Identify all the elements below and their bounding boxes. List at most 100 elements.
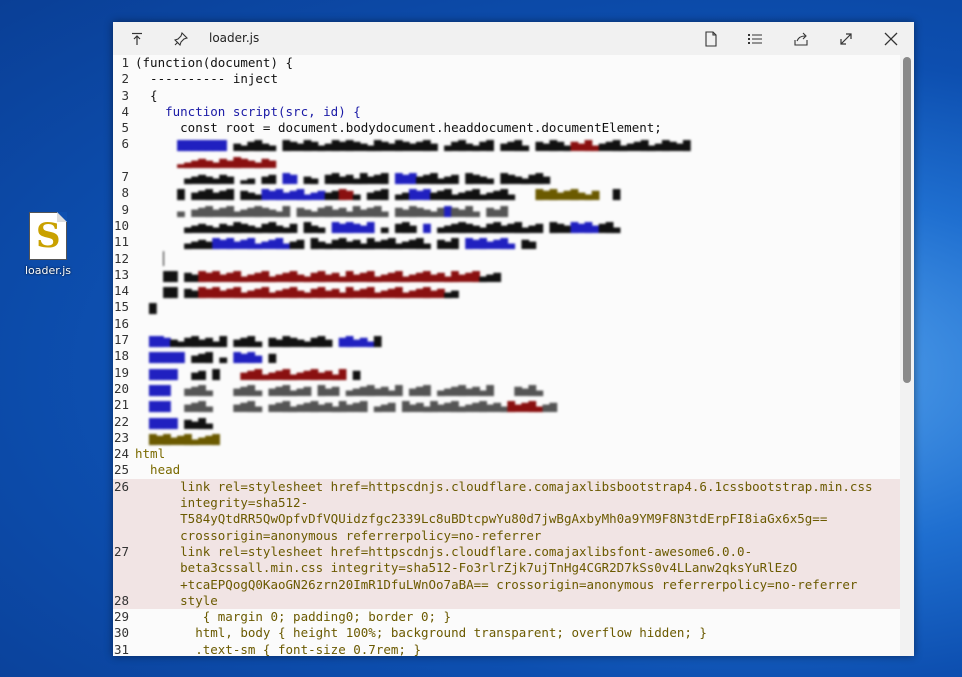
line-text: function script(src, id) { <box>135 103 361 119</box>
code-line: 3 { <box>113 88 900 104</box>
code-line-obscured: 17 ▆▆▅▄▃▅▆▄▅▃▆ ▄▅▆▃ ▅▄▆▅▄▃▅▆▄ ▅▆▄▅▃▆ <box>113 332 900 348</box>
line-number: 22 <box>113 413 129 429</box>
code-line: 1 (function(document) { <box>113 55 900 71</box>
line-text: ▏ <box>135 250 171 266</box>
code-line: 30 html, body { height 100%; background … <box>113 625 900 641</box>
code-line-obscured: 8 ▆ ▄▅▆▄▅▆ ▅▄▃▆▅▆▄▅▆▃▄▅▄▅▆▅▃ ▄▅▆ ▃▄▆▅▆▄▅… <box>113 185 900 201</box>
code-line: 31 .text-sm { font-size 0.7rem; } <box>113 642 900 656</box>
line-number: 18 <box>113 348 129 364</box>
code-line-obscured: 12 ▏ <box>113 251 900 267</box>
code-line-obscured: 10 ▃▄▅▄▃▅▄▆▅▄▃▅▆▄▃▅ ▆▄▃ ▆▅▆▅▄▆ ▃ ▅▆▄ ▅ ▃… <box>113 218 900 234</box>
line-number: 12 <box>113 250 129 266</box>
line-text: ▃ ▄▅▆▄▅▆▃▄▅▆▅▄▃▆ ▅▄▃▅▆▄▅▃▆▄▅▆▃ ▅▄▆▅▄▃▅▆▅… <box>135 201 508 217</box>
line-number: 1 <box>121 55 129 70</box>
line-number: 8 <box>121 185 129 201</box>
line-text: beta3cssall.min.css integrity=sha512-Fo3… <box>135 560 798 576</box>
window-title: loader.js <box>209 31 260 45</box>
line-number: 29 <box>113 609 129 625</box>
line-text: ▂▃▄▅▄▃▅▄▆▅▄▃▅▄ <box>135 152 276 168</box>
close-icon[interactable] <box>881 29 901 49</box>
code-line: crossorigin=anonymous referrerpolicy=no-… <box>113 527 900 544</box>
line-text: integrity=sha512- <box>135 495 309 511</box>
code-viewer-window: loader.js 1 (function(document) { 2 -----… <box>113 22 914 656</box>
line-number: 24 <box>113 446 129 462</box>
code-line-obscured: 6 ▆▆▆▆▆▆▆ ▄▃▅▆▄▃ ▆▅▄▆▅▃▄▆▅▆▅▄▃▆▅▄▆▅▄▅▆▄ … <box>113 136 900 152</box>
line-text: ▆ ▄▅▆▄▅▆ ▅▄▃▆▅▆▄▅▆▃▄▅▄▅▆▅▃ ▄▅▆ ▃▄▆▅▆▄▅▆▃… <box>135 185 620 201</box>
code-line-obscured: 11 ▃▄▅▄▆▅▆▄▅▆▃▄▅▆▃▄▅ ▆▄▃▅▆▄▅▃▆▄▅▆▃▄▅▆▃ ▅… <box>113 234 900 250</box>
line-text: ▃▄▅▄▃▅▄ ▂▃ ▄▅ ▆▅ ▄▃ ▅▆▄▅▃▆▄▅▆ ▆▅▆▄▅▆▃▄▅ … <box>135 169 550 185</box>
line-text: ▆▆▆▆ ▄▅ ▆ ▄▅▆▃▄▅▆▃▄▅▆▄▅▃▆ ▅ <box>135 364 360 380</box>
line-text: style <box>135 592 218 608</box>
code-line-obscured: 7 ▃▄▅▄▃▅▄ ▂▃ ▄▅ ▆▅ ▄▃ ▅▆▄▅▃▆▄▅▆ ▆▅▆▄▅▆▃▄… <box>113 169 900 185</box>
line-text: ▃▄▅▄▆▅▆▄▅▆▃▄▅▆▃▄▅ ▆▄▃▅▆▄▅▃▆▄▅▆▃▄▅▆▃ ▅▄▆ … <box>135 234 536 250</box>
code-line: +tcaEPQogQ0KaoGN26zrn20ImR1DfuLWnOo7aBA=… <box>113 576 900 593</box>
code-line-obscured: 14 ▆▆ ▅▄▆▅▆▄▅▆▃▄▅▆▃▄▅▆▄▃▅▆▄▅▃▆▄▅▆▃▄▅▆▃▄▅… <box>113 283 900 299</box>
line-text: ▆▆ ▅▄▆▅▆▄▅▆▃▄▅▆▃▄▅▆▄▃▅▆▄▅▃▆▄▅▆▃▄▅▆▃▄▅▆▄▅… <box>135 283 459 299</box>
line-text: crossorigin=anonymous referrerpolicy=no-… <box>135 527 542 543</box>
code-line: 4 function script(src, id) { <box>113 104 900 120</box>
code-line-obscured: 22 ▆▆▆▆ ▅▄▆▃ <box>113 414 900 430</box>
line-number: 31 <box>113 641 129 656</box>
scrollbar-thumb[interactable] <box>903 57 911 383</box>
line-text: ▆▆▅▄▃▅▆▄▅▃▆ ▄▅▆▃ ▅▄▆▅▄▃▅▆▄ ▅▆▄▅▃▆ <box>135 332 381 348</box>
line-text: ▆▆▆▆ ▅▄▆▃ <box>135 413 213 429</box>
line-text: ---------- inject <box>135 71 278 87</box>
code-line-obscured: 9 ▃ ▄▅▆▄▅▆▃▄▅▆▅▄▃▆ ▅▄▃▅▆▄▅▃▆▄▅▆▃ ▅▄▆▅▄▃▅… <box>113 202 900 218</box>
vertical-scrollbar[interactable] <box>900 55 914 656</box>
line-text: const root = document.bodydocument.headd… <box>135 120 662 136</box>
line-number: 10 <box>113 217 129 233</box>
script-file-icon: S <box>29 212 67 260</box>
code-line-obscured: 13 ▆▆ ▅▄▆▅▆▄▅▆▃▄▅▆▃▄▅▆▄▃▅▆▄▅▃▆▄▅▆▃▄▅▆▃▄▅… <box>113 267 900 283</box>
line-number: 9 <box>121 201 129 217</box>
line-text: link rel=stylesheet href=httpscdnjs.clou… <box>135 543 753 559</box>
code-line: 28 style <box>113 592 900 610</box>
line-text: ▆ <box>135 299 157 315</box>
line-text: ▃▄▅▄▃▅▄▆▅▄▃▅▆▄▃▅ ▆▄▃ ▆▅▆▅▄▆ ▃ ▅▆▄ ▅ ▃▄▅▆… <box>135 217 620 233</box>
line-number: 11 <box>113 234 129 250</box>
code-view: 1 (function(document) { 2 ---------- inje… <box>113 55 900 656</box>
line-text: { <box>135 87 158 103</box>
expand-icon[interactable] <box>836 29 856 49</box>
line-number: 26 <box>113 478 129 494</box>
code-line: 2 ---------- inject <box>113 71 900 87</box>
code-line: 27 link rel=stylesheet href=httpscdnjs.c… <box>113 543 900 561</box>
code-line-obscured: 19 ▆▆▆▆ ▄▅ ▆ ▄▅▆▃▄▅▆▃▄▅▆▄▅▃▆ ▅ <box>113 365 900 381</box>
line-number: 5 <box>121 120 129 136</box>
line-text: head <box>135 462 181 478</box>
pin-icon[interactable] <box>171 29 191 49</box>
code-line: 24 html <box>113 446 900 462</box>
code-line-obscured: ▂▃▄▅▄▃▅▄▆▅▄▃▅▄ <box>113 153 900 169</box>
line-number: 4 <box>121 103 129 119</box>
code-line: 5 const root = document.bodydocument.hea… <box>113 120 900 136</box>
list-icon[interactable] <box>745 29 765 49</box>
desktop-file-icon[interactable]: S loader.js <box>20 212 76 277</box>
scroll-top-icon[interactable] <box>127 29 147 49</box>
code-line-obscured: 18 ▆▆▆▆▆ ▄▅▆ ▃ ▆▅▆▄ ▅ <box>113 348 900 364</box>
code-line: integrity=sha512- <box>113 495 900 512</box>
share-icon[interactable] <box>791 29 811 49</box>
line-number: 16 <box>113 315 129 331</box>
line-number: 21 <box>113 397 129 413</box>
code-line: 26 link rel=stylesheet href=httpscdnjs.c… <box>113 478 900 496</box>
code-line-obscured: 20 ▆▆▆ ▄▅▆▃ ▄▅▆▃ ▄▅▆▃▄▅ ▆▄▅ ▃▄▅▆▄▅▃▆ ▄▅▆… <box>113 381 900 397</box>
line-text: (function(document) { <box>135 55 294 70</box>
line-text: ▆▆▆ ▄▅▆▃ ▄▅▆▃ ▄▅▆▃▄▅▆▄▅▃▆▄▅▆ ▃▄▅ ▆▄▅▃▆▄▅… <box>135 397 557 413</box>
line-text: ▆▅▆▄▅▆▃▄▅▆ <box>135 429 220 445</box>
code-line-obscured: 21 ▆▆▆ ▄▅▆▃ ▄▅▆▃ ▄▅▆▃▄▅▆▄▅▃▆▄▅▆ ▃▄▅ ▆▄▅▃… <box>113 397 900 413</box>
line-number: 30 <box>113 625 129 641</box>
code-line-obscured: 15 ▆ <box>113 299 900 315</box>
line-number: 2 <box>121 71 129 87</box>
document-icon[interactable] <box>701 29 721 49</box>
line-number: 14 <box>113 283 129 299</box>
code-line: 29 { margin 0; padding0; border 0; } <box>113 609 900 625</box>
line-number: 17 <box>113 332 129 348</box>
title-bar: loader.js <box>113 22 914 55</box>
code-line: T584yQtdRR5QwOpfvDfVQUidzfgc2339Lc8uBDtc… <box>113 511 900 528</box>
line-text: link rel=stylesheet href=httpscdnjs.clou… <box>135 478 873 494</box>
line-text: html <box>135 446 166 462</box>
line-number: 25 <box>113 462 129 478</box>
desktop-icon-label: loader.js <box>24 264 72 277</box>
line-number: 28 <box>113 592 129 608</box>
line-number: 27 <box>113 543 129 559</box>
line-text: +tcaEPQogQ0KaoGN26zrn20ImR1DfuLWnOo7aBA=… <box>135 576 858 592</box>
